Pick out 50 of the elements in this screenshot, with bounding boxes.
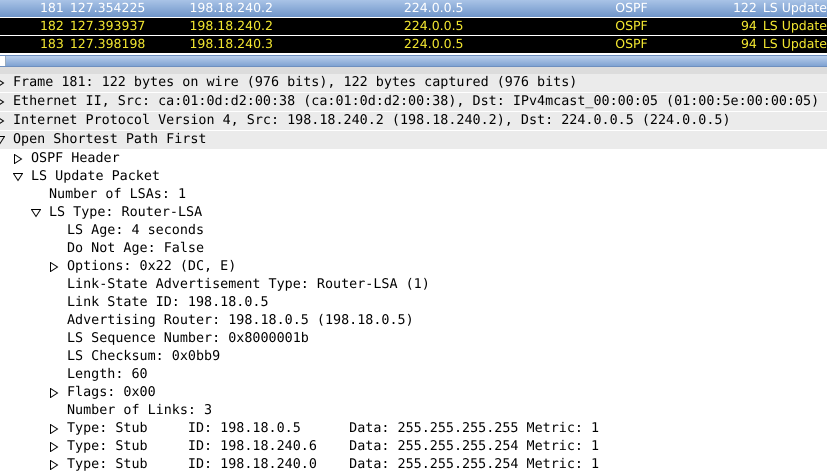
packet-cell-text: 224.0.0.5 xyxy=(404,17,464,36)
packet-cell-text: 198.18.240.2 xyxy=(189,17,274,36)
horizontal-scrollbar[interactable] xyxy=(0,55,827,67)
expand-triangle-icon[interactable] xyxy=(49,388,59,398)
tree-item[interactable]: Options: 0x22 (DC, E) xyxy=(67,258,236,276)
packet-cell-text: LS Update xyxy=(762,0,827,18)
tree-item[interactable]: Type: Stub ID: 198.18.240.0 Data: 255.255.255.254 Metric: 1 xyxy=(67,456,600,474)
tree-item[interactable]: LS Age: 4 seconds xyxy=(67,222,204,240)
tree-item[interactable]: Length: 60 xyxy=(67,366,148,384)
packet-row[interactable]: 183 127.398198 198.18.240.3 224.0.0.5 OSPF 94 LS Update xyxy=(0,36,827,53)
packet-cell-text: 181 xyxy=(38,0,64,18)
packet-cell-text: 127.393937 xyxy=(68,17,146,36)
tree-item[interactable]: OSPF Header xyxy=(31,150,120,168)
tree-item[interactable]: Number of LSAs: 1 xyxy=(49,186,186,204)
packet-cell-text: 183 xyxy=(38,35,64,54)
expand-triangle-icon[interactable] xyxy=(13,154,23,164)
packet-cell-text: 127.354225 xyxy=(68,0,146,18)
tree-item[interactable]: Flags: 0x00 xyxy=(67,384,156,402)
tree-item[interactable]: LS Sequence Number: 0x8000001b xyxy=(67,330,309,348)
collapse-triangle-icon[interactable] xyxy=(13,172,23,182)
packet-cell-text: 224.0.0.5 xyxy=(404,0,464,18)
packet-cell-text: 224.0.0.5 xyxy=(404,35,464,54)
packet-cell-text: OSPF xyxy=(615,0,649,18)
packet-cell-text: OSPF xyxy=(615,17,649,36)
packet-cell-text: OSPF xyxy=(615,35,649,54)
packet-cell-text: 94 xyxy=(740,17,757,36)
packet-cell-text: 94 xyxy=(740,35,757,54)
tree-item[interactable]: Link-State Advertisement Type: Router-LSA (1) xyxy=(67,276,430,294)
expand-triangle-icon[interactable] xyxy=(49,262,59,272)
packet-cell-text: 127.398198 xyxy=(68,35,146,54)
expand-triangle-icon[interactable] xyxy=(49,424,59,434)
tree-item[interactable]: LS Type: Router-LSA xyxy=(49,204,202,222)
packet-cell-text: 198.18.240.3 xyxy=(189,35,274,54)
tree-item[interactable]: Link State ID: 198.18.0.5 xyxy=(67,294,269,312)
tree-item[interactable]: LS Checksum: 0x0bb9 xyxy=(67,348,220,366)
tree-item[interactable]: Do Not Age: False xyxy=(67,240,204,258)
packet-cell-text: LS Update xyxy=(762,17,827,36)
tree-item[interactable]: LS Update Packet xyxy=(31,168,160,186)
expand-triangle-icon[interactable] xyxy=(49,460,59,470)
packet-cell-text: LS Update xyxy=(762,35,827,54)
packet-cell-text: 198.18.240.2 xyxy=(189,0,274,18)
tree-item[interactable]: Number of Links: 3 xyxy=(67,402,212,420)
tree-item[interactable]: Type: Stub ID: 198.18.240.6 Data: 255.255.255.254 Metric: 1 xyxy=(67,438,600,456)
packet-cell-text: 122 xyxy=(732,0,757,18)
expand-triangle-icon[interactable] xyxy=(49,442,59,452)
packet-cell-text: 182 xyxy=(38,17,64,36)
packet-row[interactable]: 182 127.393937 198.18.240.2 224.0.0.5 OSPF 94 LS Update xyxy=(0,18,827,35)
tree-item[interactable]: Advertising Router: 198.18.0.5 (198.18.0.5) xyxy=(67,312,414,330)
tree-item[interactable]: Type: Stub ID: 198.18.0.5 Data: 255.255.255.255 Metric: 1 xyxy=(67,420,600,438)
collapse-triangle-icon[interactable] xyxy=(31,208,41,218)
